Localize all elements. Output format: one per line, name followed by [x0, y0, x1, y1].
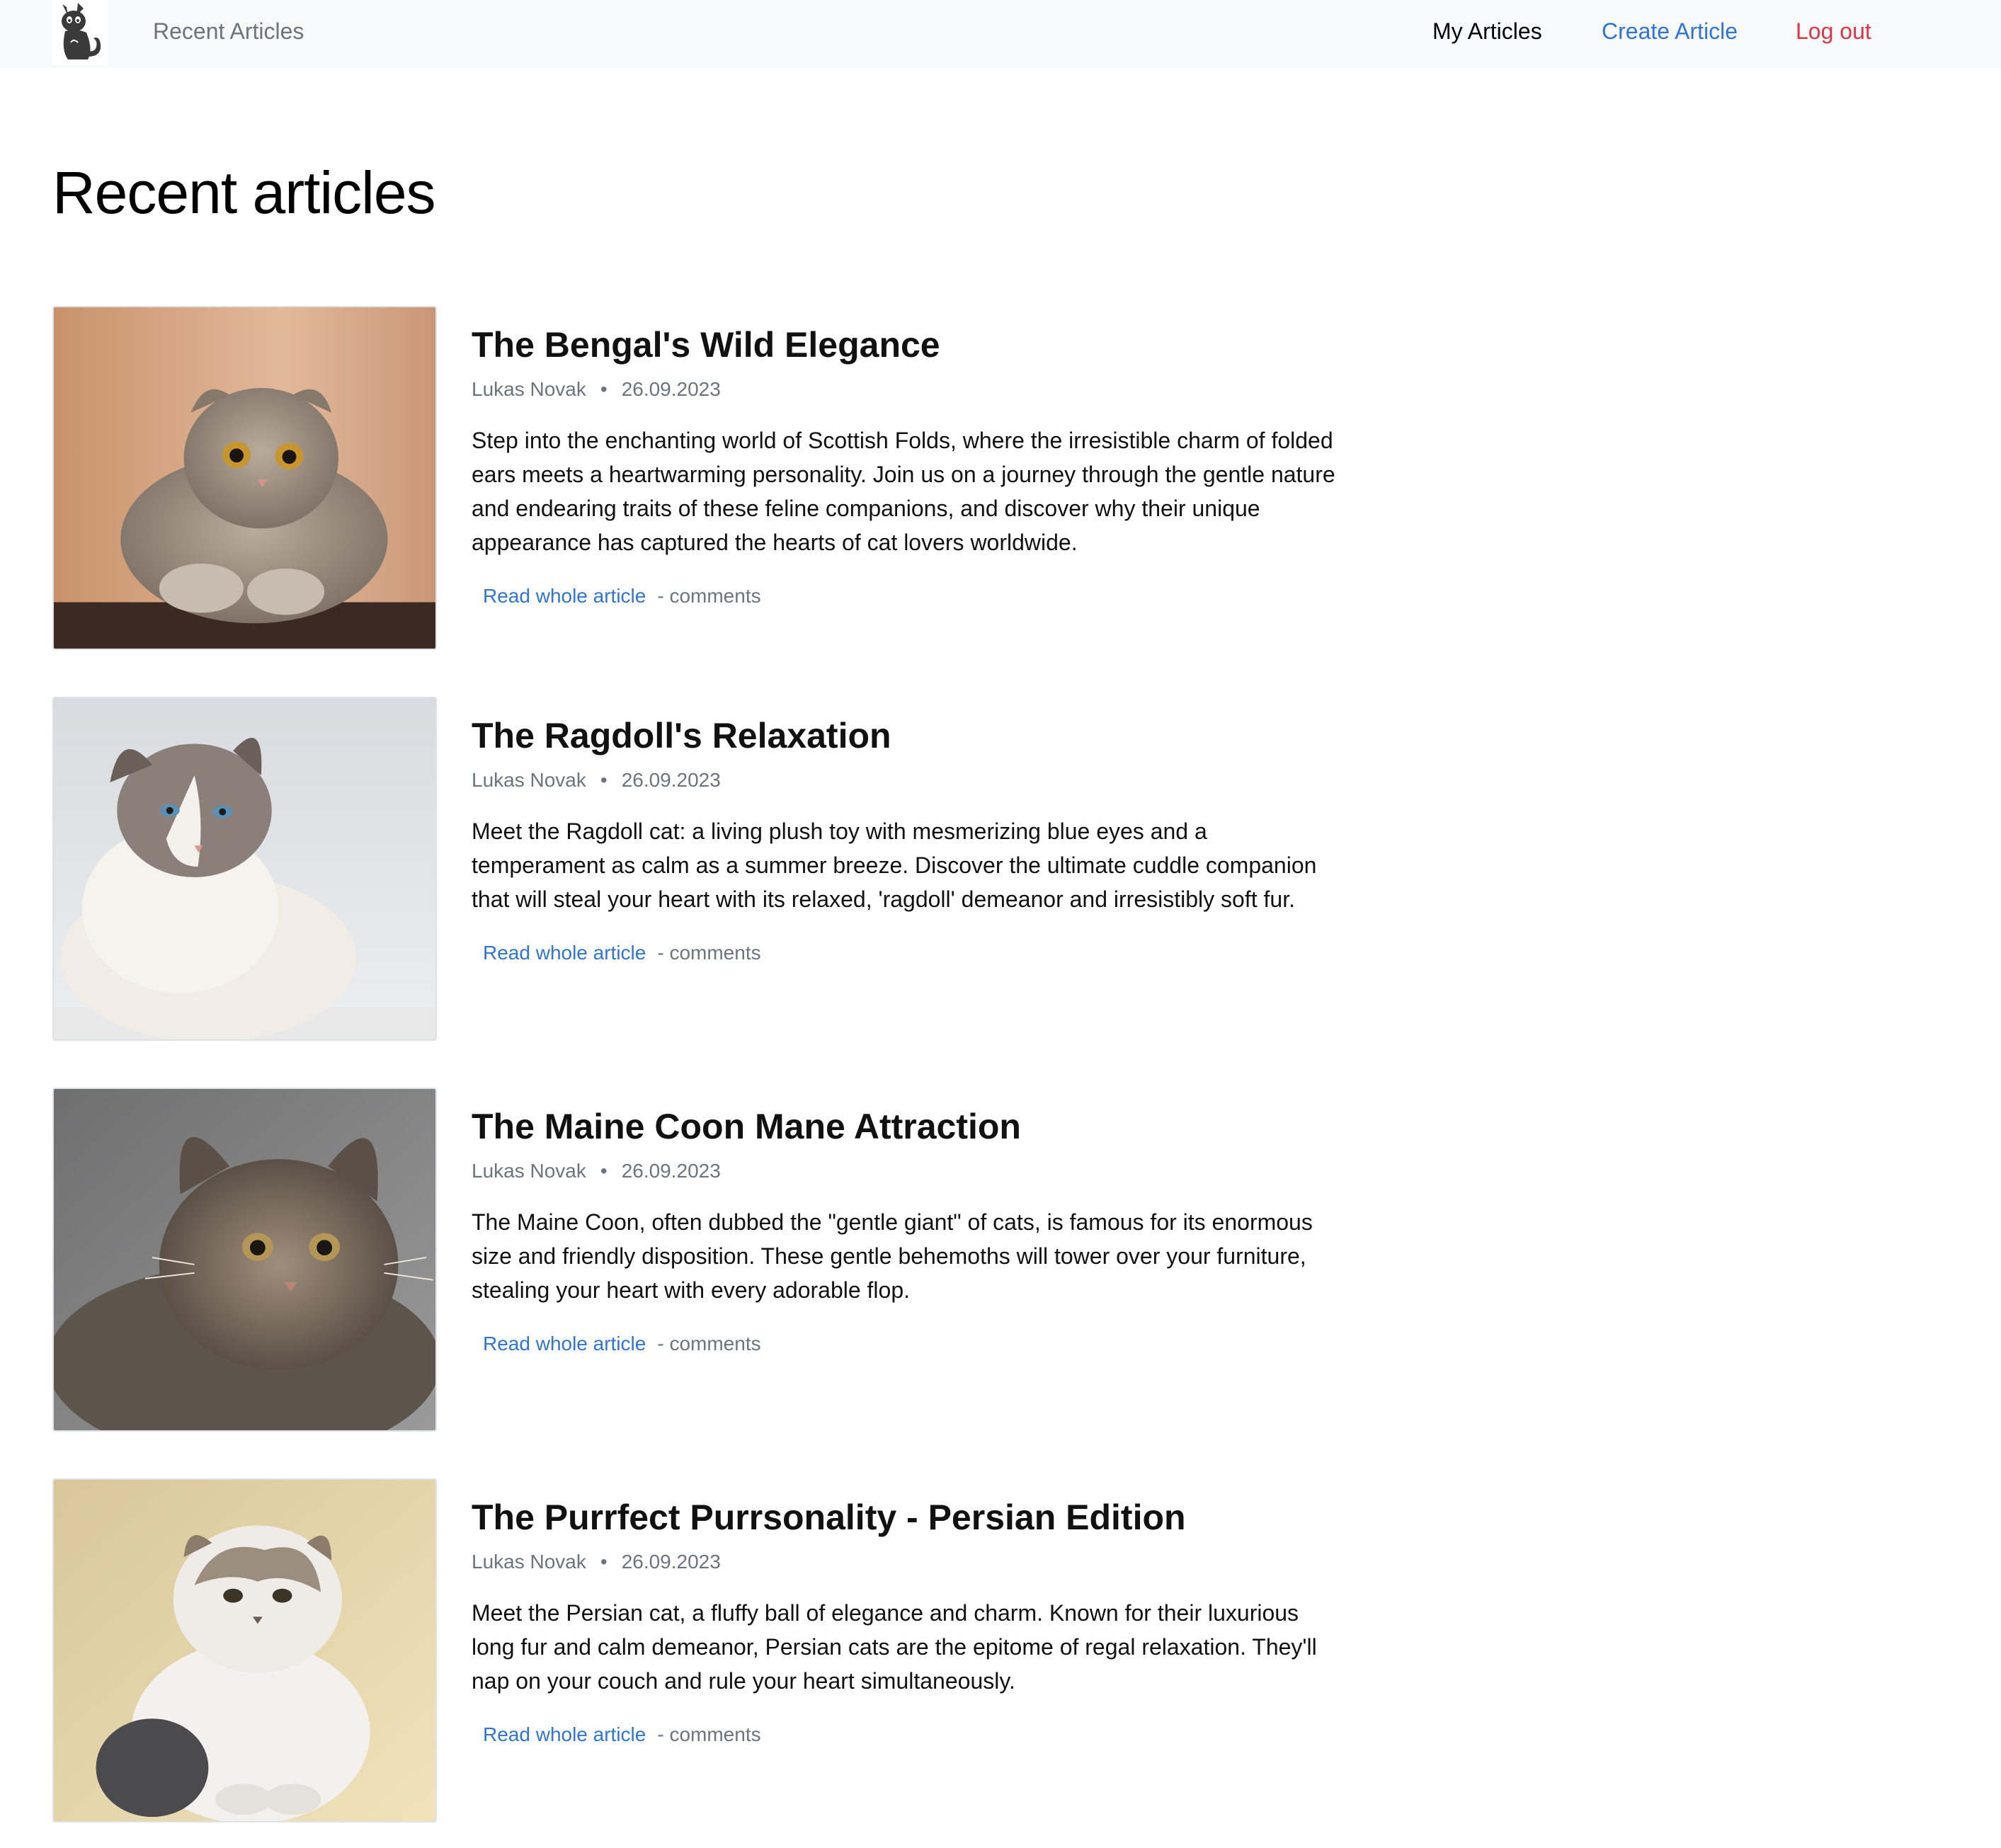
read-whole-article-link[interactable]: Read whole article	[472, 582, 657, 610]
article-actions: Read whole article - comments	[472, 1330, 761, 1358]
article-title[interactable]: The Bengal's Wild Elegance	[472, 324, 940, 365]
comments-count: - comments	[657, 1723, 761, 1745]
article-author: Lukas Novak	[472, 769, 586, 791]
article-actions: Read whole article - comments	[472, 582, 761, 610]
article-card: The Purrfect Purrsonality - Persian Edit…	[52, 1478, 1334, 1824]
article-author: Lukas Novak	[472, 1160, 586, 1182]
meta-separator: •	[600, 1160, 608, 1182]
article-meta: Lukas Novak • 26.09.2023	[472, 766, 721, 794]
article-excerpt: Meet the Ragdoll cat: a living plush toy…	[472, 819, 1317, 912]
read-whole-article-link[interactable]: Read whole article	[472, 939, 657, 967]
article-title[interactable]: The Maine Coon Mane Attraction	[472, 1106, 1021, 1147]
comments-count: - comments	[657, 585, 761, 607]
read-whole-article-link[interactable]: Read whole article	[472, 1330, 657, 1358]
comments-count: - comments	[657, 942, 761, 964]
comments-count: - comments	[657, 1333, 761, 1354]
article-card: The Ragdoll's Relaxation Lukas Novak • 26.…	[52, 697, 1334, 1042]
article-actions: Read whole article - comments	[472, 939, 761, 967]
nav-log-out-link[interactable]: Log out	[1796, 17, 1871, 45]
article-title[interactable]: The Purrfect Purrsonality - Persian Edit…	[472, 1497, 1186, 1538]
navbar-brand-link[interactable]: Recent Articles	[153, 17, 304, 45]
article-title[interactable]: The Ragdoll's Relaxation	[472, 715, 891, 756]
article-date: 26.09.2023	[621, 769, 721, 791]
cat-logo-icon[interactable]	[52, 0, 108, 65]
article-meta: Lukas Novak • 26.09.2023	[472, 375, 721, 404]
article-image	[52, 1088, 437, 1432]
meta-separator: •	[600, 1551, 608, 1573]
article-card: The Maine Coon Mane Attraction Lukas Nov…	[52, 1088, 1334, 1433]
article-meta: Lukas Novak • 26.09.2023	[472, 1548, 721, 1576]
page-title: Recent articles	[52, 159, 436, 226]
article-actions: Read whole article - comments	[472, 1721, 761, 1749]
article-date: 26.09.2023	[621, 1160, 721, 1182]
navbar: Recent Articles My Articles Create Artic…	[0, 0, 2001, 68]
article-excerpt: The Maine Coon, often dubbed the "gentle…	[472, 1209, 1313, 1303]
article-image	[52, 697, 437, 1041]
article-author: Lukas Novak	[472, 1551, 586, 1573]
article-date: 26.09.2023	[621, 1551, 721, 1573]
article-excerpt: Step into the enchanting world of Scotti…	[472, 428, 1335, 555]
meta-separator: •	[600, 378, 608, 400]
nav-create-article-link[interactable]: Create Article	[1602, 17, 1738, 45]
read-whole-article-link[interactable]: Read whole article	[472, 1721, 657, 1749]
article-meta: Lukas Novak • 26.09.2023	[472, 1157, 721, 1185]
article-image	[52, 1478, 437, 1823]
article-author: Lukas Novak	[472, 378, 586, 400]
article-date: 26.09.2023	[621, 378, 721, 400]
meta-separator: •	[600, 769, 608, 791]
article-card: The Bengal's Wild Elegance Lukas Novak • 2…	[52, 306, 1335, 651]
article-excerpt: Meet the Persian cat, a fluffy ball of e…	[472, 1600, 1317, 1694]
nav-my-articles-link[interactable]: My Articles	[1432, 17, 1542, 45]
article-image	[52, 306, 437, 650]
